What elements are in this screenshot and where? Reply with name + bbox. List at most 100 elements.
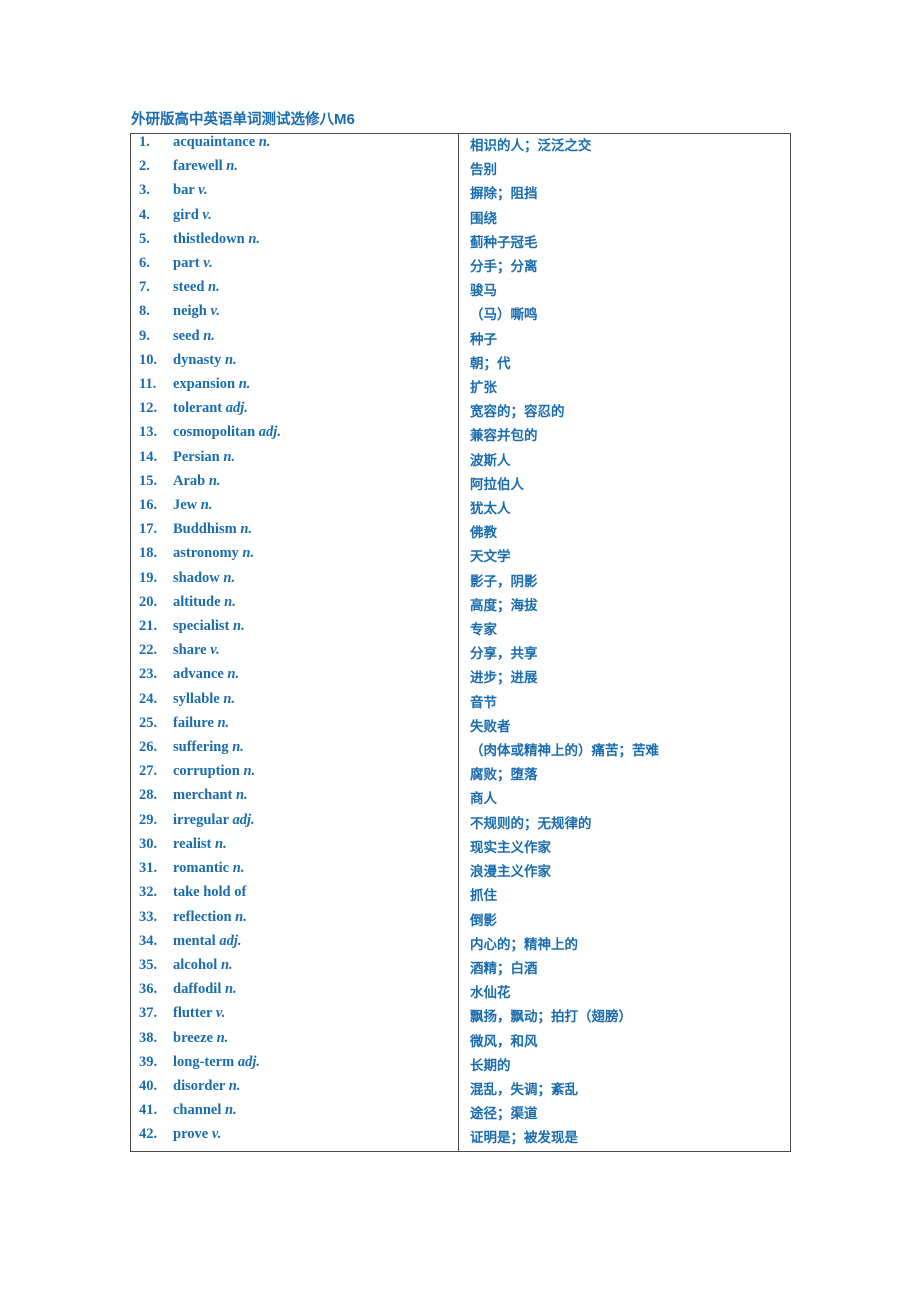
meaning-cell: 围绕 [459, 207, 791, 231]
word-cell: 14. Persian n. [130, 448, 459, 473]
entry-part-of-speech: n. [208, 279, 220, 296]
word-cell: 30. realist n. [130, 835, 459, 861]
word-cell-content: 23. advance n. [131, 666, 458, 690]
entry-term-wrapper: romantic n. [173, 860, 244, 877]
entry-term-wrapper: expansion n. [173, 376, 250, 393]
entry-part-of-speech: n. [217, 714, 230, 731]
table-row: 35. alcohol n. 酒精；白酒 [130, 956, 791, 982]
table-row: 3. bar v. 摒除；阻挡 [130, 182, 791, 207]
entry-term-wrapper: daffodil n. [173, 981, 237, 998]
table-row: 16. Jew n. 犹太人 [130, 497, 791, 522]
word-cell: 2. farewell n. [130, 158, 459, 183]
meaning-cell: 腐败；堕落 [459, 763, 791, 787]
entry-number: 23. [139, 666, 158, 683]
entry-part-of-speech: n. [243, 763, 256, 780]
entry-term-wrapper: suffering n. [173, 739, 244, 756]
meaning-cell: （肉体或精神上的）痛苦；苦难 [459, 739, 791, 763]
entry-meaning: 围绕 [470, 210, 497, 227]
meaning-cell: 内心的；精神上的 [459, 933, 791, 957]
table-row: 10. dynasty n. 朝；代 [130, 351, 791, 377]
table-row: 41. channel n. 途径；渠道 [130, 1102, 791, 1127]
entry-part-of-speech: n. [227, 666, 240, 683]
entry-number: 37. [139, 1005, 158, 1022]
entry-term-wrapper: Buddhism n. [173, 521, 252, 538]
entry-meaning: 浪漫主义作家 [470, 864, 551, 881]
word-cell-content: 33. reflection n. [131, 909, 458, 933]
word-cell: 1. acquaintance n. [130, 133, 459, 159]
table-row: 34. mental adj. 内心的；精神上的 [130, 932, 791, 957]
meaning-cell: 倒影 [459, 909, 791, 933]
entry-meaning: 影子，阴影 [470, 573, 538, 590]
entry-term: disorder [173, 1077, 226, 1094]
entry-meaning: 途径；渠道 [470, 1106, 538, 1123]
meaning-cell: 长期的 [459, 1054, 791, 1078]
entry-term: corruption [173, 763, 240, 780]
word-cell-content: 18. astronomy n. [131, 545, 458, 569]
entry-part-of-speech: v. [202, 206, 212, 223]
word-cell-content: 40. disorder n. [131, 1078, 458, 1102]
entry-meaning: 水仙花 [470, 985, 511, 1002]
word-cell: 21. specialist n. [130, 618, 459, 643]
meaning-cell: 证明是；被发现是 [459, 1126, 791, 1151]
word-cell-content: 14. Persian n. [131, 449, 458, 473]
meaning-cell: 蓟种子冠毛 [459, 231, 791, 255]
entry-term: expansion [173, 376, 236, 393]
entry-meaning: 商人 [470, 791, 497, 808]
entry-number: 22. [139, 642, 158, 659]
entry-term: tolerant [173, 400, 223, 417]
word-cell-content: 16. Jew n. [131, 497, 458, 521]
entry-number: 2. [139, 158, 150, 175]
entry-term: syllable [173, 690, 220, 707]
word-cell: 17. Buddhism n. [130, 521, 459, 546]
entry-meaning: 酒精；白酒 [470, 960, 538, 977]
word-cell-content: 11. expansion n. [131, 376, 458, 400]
entry-number: 15. [139, 472, 158, 489]
entry-meaning: 分享，共享 [470, 646, 538, 663]
entry-meaning: 相识的人；泛泛之交 [470, 138, 592, 154]
entry-term: irregular [173, 811, 229, 828]
word-cell-content: 32. take hold of [131, 884, 458, 908]
word-cell-content: 28. merchant n. [131, 787, 458, 811]
entry-term-wrapper: Arab n. [173, 473, 221, 490]
word-cell: 28. merchant n. [130, 787, 459, 812]
entry-number: 29. [139, 811, 158, 828]
entry-meaning: 现实主义作家 [470, 839, 551, 856]
vocabulary-table-body: 1. acquaintance n. 相识的人；泛泛之交 2. farewell n. 告… [130, 133, 791, 1152]
table-row: 29. irregular adj. 不规则的；无规律的 [130, 811, 791, 836]
entry-part-of-speech: n. [224, 351, 237, 368]
meaning-cell: （马）嘶鸣 [459, 303, 791, 327]
word-cell-content: 4. gird v. [131, 207, 458, 231]
table-row: 14. Persian n. 波斯人 [130, 448, 791, 473]
table-row: 23. advance n. 进步；进展 [130, 666, 791, 691]
entry-part-of-speech: n. [232, 739, 244, 756]
entry-term: farewell [173, 158, 223, 175]
document-page: 外研版高中英语单词测试选修八M6 1. acquaintance n. 相识的人；泛… [0, 0, 920, 1302]
entry-term-wrapper: shadow n. [173, 570, 235, 587]
entry-term-wrapper: reflection n. [173, 909, 247, 926]
entry-number: 32. [139, 884, 158, 901]
table-row: 13. cosmopolitan adj. 兼容并包的 [130, 424, 791, 449]
word-cell-content: 5. thistledown n. [131, 231, 458, 255]
entry-meaning: 种子 [470, 331, 497, 348]
word-cell-content: 6. part v. [131, 255, 458, 279]
entry-part-of-speech: n. [238, 376, 251, 393]
entry-number: 36. [139, 981, 158, 998]
entry-number: 12. [139, 400, 158, 417]
entry-part-of-speech: v. [198, 182, 208, 199]
word-cell: 37. flutter v. [130, 1005, 459, 1030]
entry-part-of-speech: adj. [219, 932, 242, 949]
entry-term-wrapper: dynasty n. [173, 352, 237, 369]
entry-term: astronomy [173, 545, 239, 562]
table-row: 5. thistledown n. 蓟种子冠毛 [130, 230, 791, 256]
table-row: 24. syllable n. 音节 [130, 690, 791, 715]
meaning-cell: 摒除；阻挡 [459, 182, 791, 206]
entry-term-wrapper: bar v. [173, 182, 208, 199]
entry-number: 19. [139, 569, 158, 586]
meaning-cell: 途径；渠道 [459, 1102, 791, 1126]
entry-part-of-speech: n. [248, 230, 261, 247]
entry-part-of-speech: v. [203, 255, 213, 272]
meaning-cell: 不规则的；无规律的 [459, 812, 791, 836]
entry-number: 39. [139, 1053, 158, 1070]
entry-part-of-speech: n. [200, 497, 213, 514]
word-cell-content: 9. seed n. [131, 328, 458, 352]
